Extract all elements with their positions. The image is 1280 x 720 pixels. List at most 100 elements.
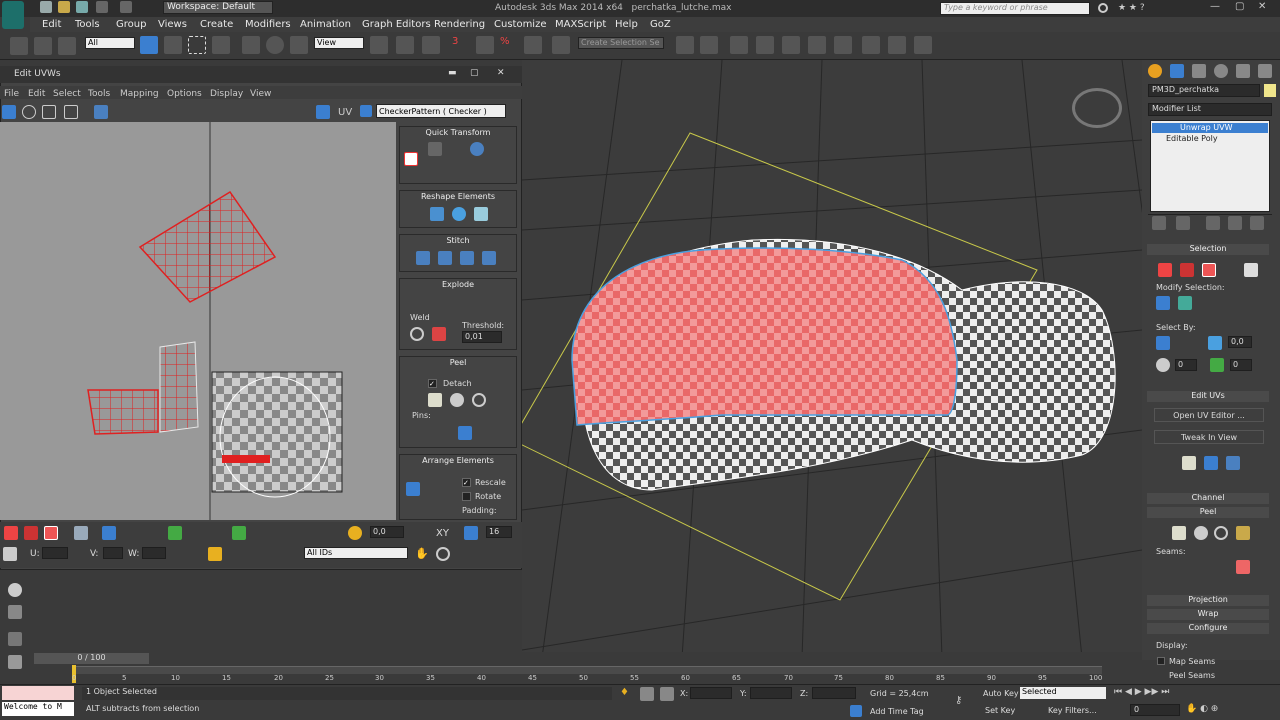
rect-select-icon[interactable] (188, 36, 206, 54)
select-by-name-icon[interactable] (164, 36, 182, 54)
select-by-mat-icon[interactable] (1156, 358, 1170, 372)
object-color-swatch[interactable] (1264, 84, 1276, 97)
pin-icon[interactable] (458, 426, 472, 440)
link-icon[interactable] (10, 37, 28, 55)
workspace-dropdown[interactable]: Workspace: Default (163, 1, 273, 14)
cmd-quick-peel-icon[interactable] (1172, 526, 1186, 540)
add-time-tag[interactable]: Add Time Tag (870, 707, 924, 716)
remove-mod-icon[interactable] (1228, 216, 1242, 230)
current-frame-field[interactable]: 0 (1130, 704, 1180, 716)
open-uv-editor-button[interactable]: Open UV Editor ... (1154, 408, 1264, 422)
nav-controls[interactable]: ✋ ◐ ⊕ (1186, 704, 1276, 717)
time-slider[interactable]: 0 / 100 (34, 653, 149, 664)
rescale-checkbox[interactable]: ✓ (462, 478, 471, 487)
stack-item-poly[interactable]: Editable Poly (1152, 134, 1268, 144)
new-icon[interactable] (40, 1, 52, 13)
checker-dropdown[interactable]: CheckerPattern ( Checker ) (376, 104, 506, 118)
save-icon[interactable] (76, 1, 88, 13)
viewport[interactable] (522, 60, 1142, 658)
map-seams-checkbox[interactable] (1157, 657, 1165, 665)
edit-named-sel-icon[interactable] (552, 36, 570, 54)
relax-dome-icon[interactable] (474, 207, 488, 221)
tweak-in-view-button[interactable]: Tweak In View (1154, 430, 1264, 444)
face-mode-icon[interactable] (44, 526, 58, 540)
material-editor-icon[interactable] (834, 36, 852, 54)
isolate-icon[interactable]: ♦ (620, 687, 634, 701)
rotate-icon[interactable] (266, 36, 284, 54)
menu-customize[interactable]: Customize (494, 19, 547, 30)
cmd-peel-mode-icon[interactable] (1194, 526, 1208, 540)
wrap-rollout[interactable]: Wrap (1147, 609, 1269, 620)
help-icons[interactable]: ★ ★ ? (1118, 3, 1178, 13)
align-icon[interactable] (700, 36, 718, 54)
quick-align-icon[interactable] (428, 142, 442, 156)
key-filters-button[interactable]: Key Filters... (1048, 706, 1097, 715)
minimize-button[interactable]: — (1210, 1, 1230, 15)
selection-lock-icon[interactable] (640, 687, 654, 701)
x-coord-field[interactable] (690, 687, 732, 699)
person-icon[interactable] (8, 655, 22, 669)
uvw-options-icon[interactable] (316, 105, 330, 119)
uvw-freeform-icon[interactable] (64, 105, 78, 119)
uvw-close-button[interactable]: ✕ (497, 68, 505, 78)
show-end-icon[interactable] (1176, 216, 1190, 230)
uvw-menu-select[interactable]: Select (53, 89, 81, 99)
menu-goz[interactable]: GoZ (650, 19, 671, 30)
angle-field[interactable]: 0,0 (1228, 336, 1252, 348)
layer-icon[interactable] (730, 36, 748, 54)
straighten-icon[interactable] (430, 207, 444, 221)
menu-graph-editors[interactable]: Graph Editors (362, 19, 431, 30)
uvw-mirror-icon[interactable] (94, 105, 108, 119)
uvw-move-icon[interactable] (2, 105, 16, 119)
checker-icon[interactable] (360, 105, 372, 117)
v-field[interactable] (103, 547, 123, 559)
sel-element-icon[interactable] (1244, 263, 1258, 277)
cmd-reset-peel-icon[interactable] (1214, 526, 1228, 540)
maxscript-listener-top[interactable] (2, 686, 74, 700)
absolute-icon[interactable] (3, 547, 17, 561)
uv-canvas[interactable] (0, 122, 396, 520)
edit-uvs-rollout[interactable]: Edit UVs (1147, 391, 1269, 402)
render-icon[interactable] (914, 36, 932, 54)
search-icon[interactable] (1098, 3, 1108, 13)
pan-icon[interactable]: ✋ (415, 547, 429, 561)
window-crossing-icon[interactable] (212, 36, 230, 54)
utilities-tab-icon[interactable] (1258, 64, 1272, 78)
peel-mode-icon[interactable] (450, 393, 464, 407)
pivot-icon[interactable] (370, 36, 388, 54)
scale-icon[interactable] (290, 36, 308, 54)
group-id-field[interactable]: 0 (1230, 359, 1252, 371)
u-field[interactable] (42, 547, 68, 559)
selection-filter-dropdown[interactable]: All (85, 37, 135, 49)
ring-icon[interactable] (168, 526, 182, 540)
schematic-icon[interactable] (808, 36, 826, 54)
close-button[interactable]: ✕ (1258, 1, 1278, 15)
edit-uvs-pin-icon[interactable] (1182, 456, 1196, 470)
display-tab-icon[interactable] (1236, 64, 1250, 78)
stitch-4-icon[interactable] (482, 251, 496, 265)
shrink-sel-icon[interactable] (1178, 296, 1192, 310)
undo-icon[interactable] (96, 1, 108, 13)
render-frame-icon[interactable] (888, 36, 906, 54)
move-icon[interactable] (242, 36, 260, 54)
threshold-field[interactable]: 0,01 (462, 331, 502, 343)
element-mode-icon[interactable] (74, 526, 88, 540)
edit-uvs-relax-icon[interactable] (1226, 456, 1240, 470)
sel-edge-icon[interactable] (1180, 263, 1194, 277)
configure-rollout[interactable]: Configure (1147, 623, 1269, 634)
grow-sel-icon[interactable] (1156, 296, 1170, 310)
motion-tab-icon[interactable] (1214, 64, 1228, 78)
track-bar[interactable] (72, 666, 1102, 674)
maximize-button[interactable]: ▢ (1235, 1, 1255, 15)
filter-icon[interactable] (464, 526, 478, 540)
reset-peel-icon[interactable] (472, 393, 486, 407)
y-coord-field[interactable] (750, 687, 792, 699)
menu-tools[interactable]: Tools (75, 19, 100, 30)
vertex-mode-icon[interactable] (4, 526, 18, 540)
pack-icon[interactable] (406, 482, 420, 496)
auto-key-button[interactable]: Auto Key (983, 689, 1019, 698)
menu-help[interactable]: Help (615, 19, 638, 30)
menu-maxscript[interactable]: MAXScript (555, 19, 606, 30)
select-by-group-icon[interactable] (1210, 358, 1224, 372)
set-key-button[interactable]: Set Key (985, 706, 1015, 715)
